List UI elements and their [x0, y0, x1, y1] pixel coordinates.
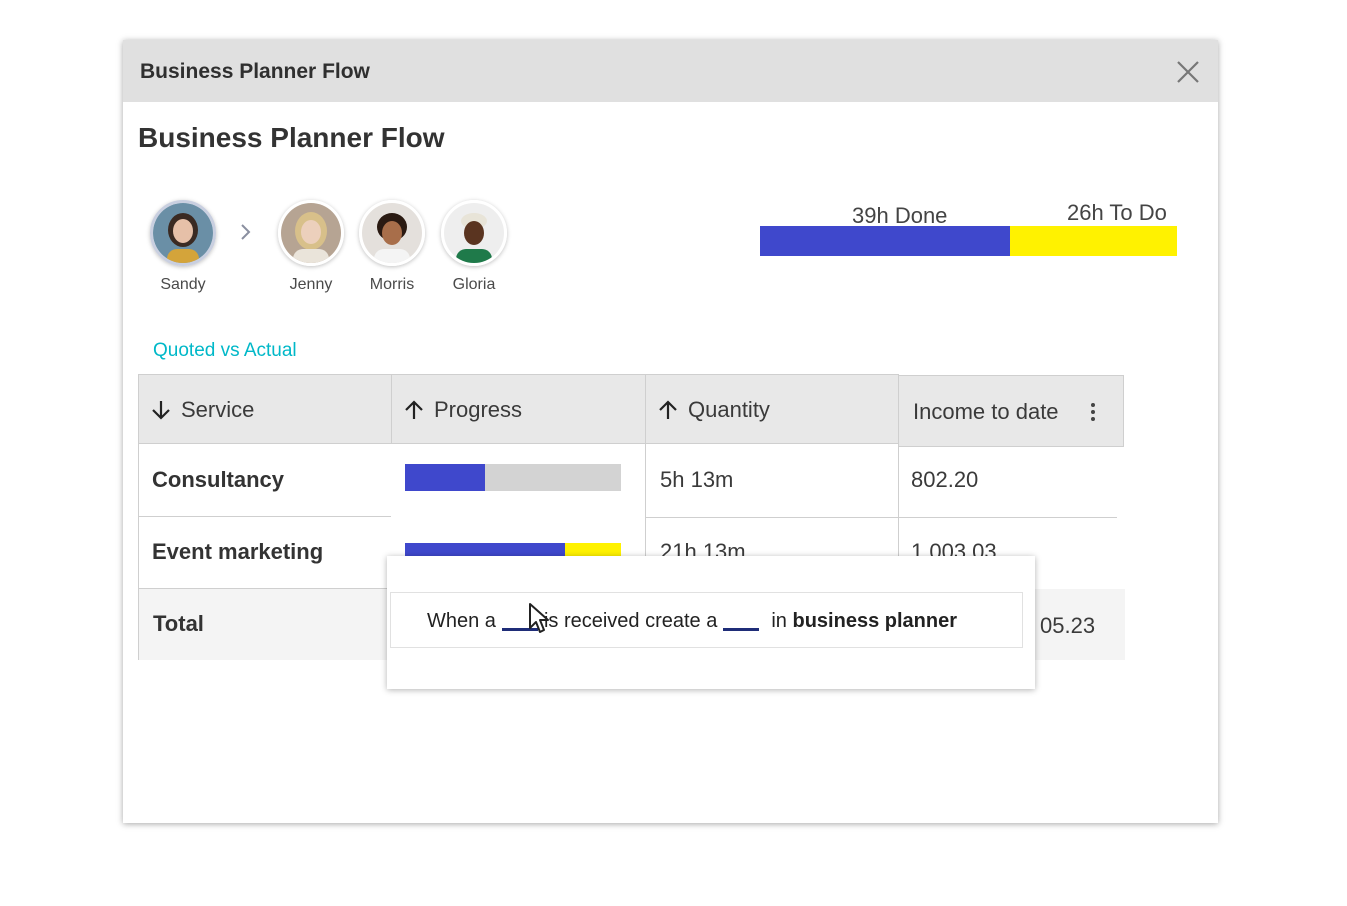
income-value: 802.20 [911, 467, 979, 492]
column-header-income[interactable]: Income to date [898, 375, 1124, 447]
hours-todo-label: 26h To Do [1067, 200, 1167, 225]
total-row-income: 05.23 [1023, 589, 1125, 660]
sentence-text: in [771, 610, 787, 632]
sentence-text: When a [427, 610, 496, 632]
column-label: Progress [434, 397, 523, 422]
page-title: Business Planner Flow [138, 122, 445, 153]
arrow-up-icon [659, 400, 677, 419]
sentence-text: is received create a [543, 610, 718, 632]
table-row-service[interactable]: Consultancy [138, 445, 392, 517]
progress-done-fill [405, 464, 485, 491]
column-header-quantity[interactable]: Quantity [645, 374, 899, 444]
column-label: Service [181, 397, 255, 422]
arrow-down-icon [152, 401, 170, 420]
person-gloria[interactable]: Gloria [429, 200, 519, 294]
mouse-cursor-icon [529, 603, 549, 633]
quantity-value: 5h 13m [660, 467, 734, 492]
more-vertical-icon[interactable] [1089, 402, 1097, 422]
column-header-progress[interactable]: Progress [391, 374, 646, 444]
flow-builder-popup: When a is received create a in business pl… [387, 556, 1035, 689]
person-name: Gloria [452, 276, 496, 293]
service-name: Consultancy [152, 467, 285, 492]
person-name: Morris [369, 276, 415, 293]
flow-sentence-box: When a is received create a in business pl… [390, 592, 1023, 648]
service-name: Event marketing [152, 539, 324, 564]
column-header-service[interactable]: Service [138, 374, 392, 444]
person-photo-icon [153, 203, 213, 263]
person-name: Jenny [289, 276, 333, 293]
total-income-value: 05.23 [1040, 613, 1096, 638]
dialog-titlebar: Business Planner Flow [123, 40, 1218, 102]
person-photo-icon [444, 203, 504, 263]
dialog-title: Business Planner Flow [140, 60, 370, 83]
table-row-service[interactable]: Event marketing [138, 517, 392, 589]
column-label: Income to date [913, 399, 1059, 424]
total-label: Total [153, 611, 204, 636]
table-row-quantity: 5h 13m [646, 445, 898, 517]
flow-dialog: Business Planner Flow Business Planner F… [123, 40, 1218, 823]
flow-sentence: When a is received create a in business pl… [427, 610, 957, 633]
avatar [278, 200, 344, 266]
target-app-name: business planner [792, 610, 958, 632]
person-name: Sandy [160, 276, 206, 293]
hours-progress-bar [760, 226, 1177, 256]
progress-bar [405, 464, 621, 491]
avatar [150, 200, 216, 266]
person-photo-icon [281, 203, 341, 263]
avatar [441, 200, 507, 266]
section-label[interactable]: Quoted vs Actual [153, 340, 297, 362]
close-icon[interactable] [1176, 60, 1200, 84]
chevron-right-icon [241, 224, 251, 240]
action-blank-slot[interactable] [723, 628, 760, 631]
total-row-label: Total [139, 589, 389, 660]
column-label: Quantity [688, 397, 770, 422]
person-photo-icon [362, 203, 422, 263]
avatar [359, 200, 425, 266]
person-jenny[interactable]: Jenny [266, 200, 356, 294]
arrow-up-icon [405, 400, 423, 419]
hours-done-fill [760, 226, 1011, 256]
person-sandy[interactable]: Sandy [138, 200, 228, 294]
table-row-income: 802.20 [899, 445, 1117, 517]
person-morris[interactable]: Morris [347, 200, 437, 294]
